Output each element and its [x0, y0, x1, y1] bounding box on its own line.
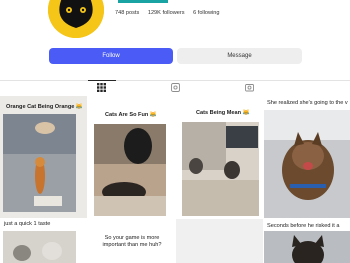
grid-post-2[interactable]: Cats Are So Fun 😹 [88, 96, 175, 218]
post-caption: Orange Cat Being Orange 😹 [6, 104, 83, 110]
grid-icon[interactable] [97, 83, 106, 92]
followers-count[interactable]: 129K followers [148, 10, 185, 16]
grid-post-1[interactable]: Orange Cat Being Orange 😹 [0, 96, 87, 218]
message-button[interactable]: Message [177, 48, 302, 64]
post-caption: Cats Are So Fun 😹 [105, 112, 157, 118]
grid-post-3[interactable]: Cats Being Mean 😹 [176, 96, 263, 218]
following-count[interactable]: 6 following [193, 10, 219, 16]
grid-post-5[interactable]: just a quick 1 taste [0, 219, 87, 263]
follow-button[interactable]: Follow [49, 48, 173, 64]
tabs-divider [0, 80, 350, 81]
grid-post-6[interactable]: So your game is more important than me h… [88, 219, 175, 263]
grid-post-8[interactable]: Seconds before he risked it a [264, 219, 350, 263]
post-caption: Cats Being Mean 😹 [196, 110, 250, 116]
grid-post-4[interactable]: She realized she's going to the v [264, 96, 350, 218]
orange-cat-thumbnail [3, 114, 76, 212]
grid-post-7[interactable] [176, 219, 263, 263]
tortoiseshell-cat-thumbnail [264, 110, 350, 218]
black-cat-avatar-icon [48, 0, 104, 38]
reels-icon[interactable] [171, 83, 180, 92]
profile-stats: 748 posts 129K followers 6 following [115, 10, 227, 16]
posts-count[interactable]: 748 posts [115, 10, 139, 16]
active-tab-indicator [88, 80, 116, 81]
post-caption: So your game is more important than me h… [102, 235, 162, 248]
profile-avatar[interactable] [48, 0, 104, 38]
post-caption: just a quick 1 taste [4, 221, 51, 227]
post-caption: She realized she's going to the v [267, 100, 348, 106]
tagged-icon[interactable] [245, 83, 254, 92]
profile-name-highlight [118, 0, 168, 3]
post-caption: Seconds before he risked it a [267, 223, 340, 229]
